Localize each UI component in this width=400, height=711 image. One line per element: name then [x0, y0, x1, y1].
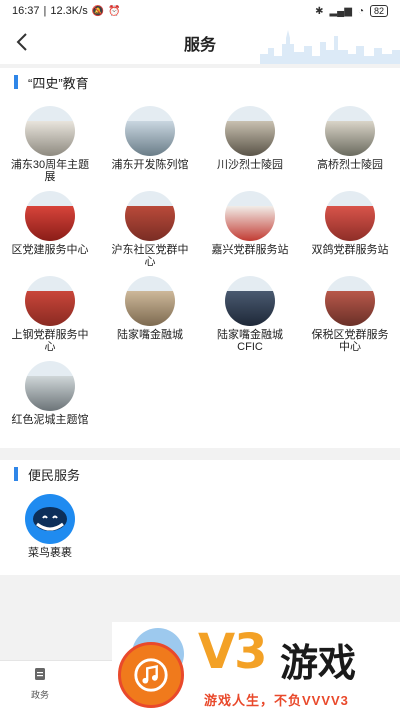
chevron-left-icon [16, 33, 27, 51]
tab-government[interactable]: 政务 [22, 667, 58, 701]
grid-item[interactable]: 高桥烈士陵园 [300, 106, 400, 171]
wifi-icon: ◔ [357, 5, 364, 17]
grid-item[interactable]: 沪东社区党群中心 [100, 191, 200, 268]
page-title: 服务 [183, 37, 216, 54]
grid-item-label: 红色泥城主题馆 [11, 414, 89, 426]
venue-photo [325, 276, 375, 326]
venue-photo [225, 276, 275, 326]
back-button[interactable] [8, 28, 36, 56]
venue-photo [25, 191, 75, 241]
grid-item[interactable]: 陆家嘴金融城 [100, 276, 200, 341]
grid-item-label: 上钢党群服务中心 [11, 329, 89, 353]
tab-label: 政务 [30, 690, 49, 700]
alarm-icon: ⏰ [108, 5, 121, 17]
bluetooth-icon: ✱ [315, 5, 324, 17]
grid-item[interactable]: 陆家嘴金融城CFIC [200, 276, 300, 353]
grid-item-label: 保税区党群服务中心 [311, 329, 389, 353]
venue-photo [125, 276, 175, 326]
section-marker [14, 75, 18, 89]
venue-photo [325, 106, 375, 156]
grid-item-label: 高桥烈士陵园 [317, 159, 383, 171]
grid-item-label: 陆家嘴金融城CFIC [217, 329, 283, 353]
grid-item[interactable]: 上钢党群服务中心 [0, 276, 100, 353]
grid-item-label: 浦东30周年主题展 [10, 159, 90, 183]
grid-item-label: 川沙烈士陵园 [217, 159, 283, 171]
section-title: “四史”教育 [28, 75, 89, 91]
grid-item-label: 陆家嘴金融城 [117, 329, 183, 341]
cainiao-icon [25, 494, 75, 544]
grid-item[interactable]: 红色泥城主题馆 [0, 361, 100, 426]
grid-item[interactable]: 川沙烈士陵园 [200, 106, 300, 171]
grid-item-label: 嘉兴党群服务站 [211, 244, 289, 256]
grid-item[interactable]: 区党建服务中心 [0, 191, 100, 256]
venue-photo [25, 106, 75, 156]
section-marker [14, 467, 18, 481]
convenience-section: 便民服务 菜鸟裹裹 [0, 460, 400, 575]
signal-icon: ▂▄▆ [329, 5, 352, 17]
grid-item[interactable]: 嘉兴党群服务站 [200, 191, 300, 256]
grid-item[interactable]: 双鸽党群服务站 [300, 191, 400, 256]
venue-photo [125, 106, 175, 156]
ad-brand: V3 [198, 624, 268, 680]
title-bar: 服务 [0, 22, 400, 64]
grid-item-label: 菜鸟裹裹 [28, 547, 72, 559]
music-disc-logo [118, 642, 184, 708]
watermark-ad: V3 游戏 游戏人生，不负VVVV3 [112, 622, 400, 711]
grid-item[interactable]: 浦东开发陈列馆 [100, 106, 200, 171]
section-title: 便民服务 [28, 467, 81, 483]
grid-item-cainiao[interactable]: 菜鸟裹裹 [0, 494, 100, 559]
venue-photo [325, 191, 375, 241]
grid-item-label: 区党建服务中心 [11, 244, 89, 256]
venue-photo [225, 191, 275, 241]
venue-photo [25, 276, 75, 326]
section-header: “四史”教育 [0, 70, 400, 94]
grid-item[interactable]: 保税区党群服务中心 [300, 276, 400, 353]
clipboard-icon [35, 668, 45, 680]
four-histories-section: “四史”教育 浦东30周年主题展 浦东开发陈列馆 川沙烈士陵园 高桥烈士陵园区党建服务… [0, 68, 400, 448]
status-time: 16:37 [12, 5, 40, 17]
ad-slogan: 游戏人生，不负VVVV3 [204, 693, 349, 708]
skyline-decoration [260, 30, 400, 64]
battery-icon: 82 [369, 5, 388, 17]
grid-item-label: 浦东开发陈列馆 [111, 159, 189, 171]
section-header: 便民服务 [0, 462, 400, 486]
venue-photo [225, 106, 275, 156]
venue-photo [25, 361, 75, 411]
network-speed: 12.3K/s [50, 5, 88, 17]
grid-item-label: 双鸽党群服务站 [311, 244, 389, 256]
grid-item-label: 沪东社区党群中心 [111, 244, 189, 268]
venue-photo [125, 191, 175, 241]
grid-item[interactable]: 浦东30周年主题展 [0, 106, 100, 183]
ad-name: 游戏 [280, 641, 357, 685]
mute-icon: 🔕 [91, 5, 105, 17]
status-bar: 16:37 | 12.3K/s 🔕 ⏰ ✱ ▂▄▆ ◔ 82 [0, 0, 400, 22]
